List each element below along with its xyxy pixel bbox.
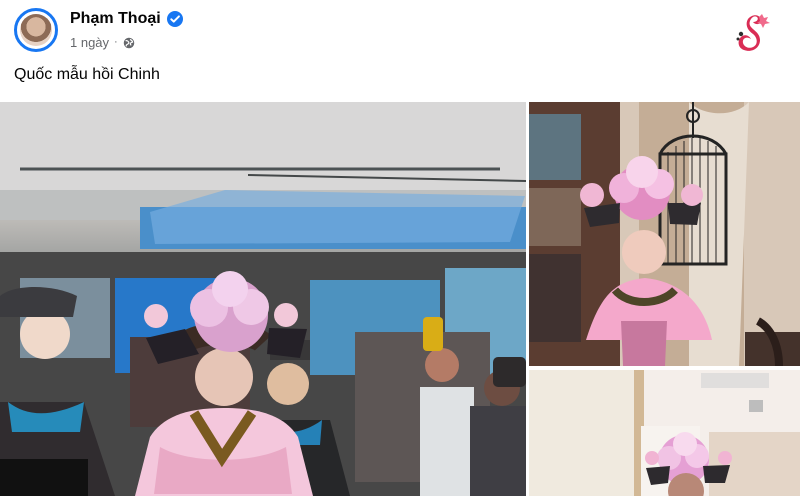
photo-gallery xyxy=(0,102,800,496)
author-row: Phạm Thoại xyxy=(70,10,183,28)
costume-event-scene xyxy=(0,102,526,496)
post-meta: 1 ngày · xyxy=(70,35,135,50)
author-avatar[interactable] xyxy=(14,8,58,52)
main-photo[interactable] xyxy=(0,102,526,496)
social-post: Phạm Thoại 1 ngày · Quốc mẫu hồi Chinh xyxy=(0,0,800,496)
post-caption: Quốc mẫu hồi Chinh xyxy=(14,66,160,83)
watermark-logo-icon xyxy=(736,14,770,51)
verified-badge-icon xyxy=(166,11,183,27)
top-right-photo[interactable] xyxy=(529,102,800,366)
portrait-hallway-scene xyxy=(529,370,800,496)
post-header: Phạm Thoại 1 ngày · xyxy=(14,8,786,58)
post-time[interactable]: 1 ngày xyxy=(70,35,109,50)
author-name[interactable]: Phạm Thoại xyxy=(70,10,161,28)
globe-icon[interactable] xyxy=(123,37,135,49)
avatar-photo xyxy=(20,14,52,46)
bottom-right-photo[interactable] xyxy=(529,370,800,496)
portrait-birdcage-scene xyxy=(529,102,800,366)
meta-separator: · xyxy=(114,36,118,48)
